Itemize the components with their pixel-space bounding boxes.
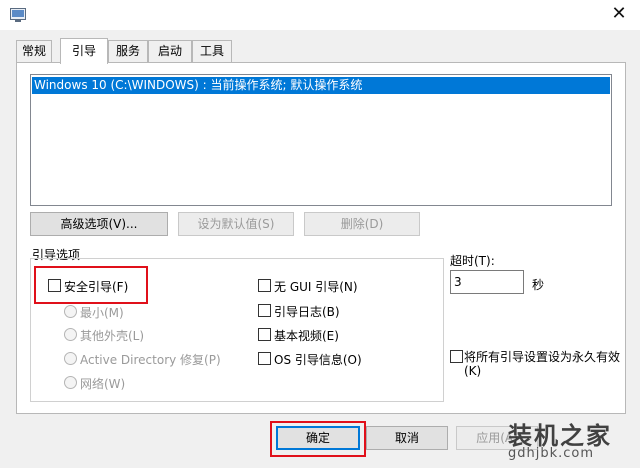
tab-startup[interactable]: 启动 bbox=[148, 40, 192, 62]
ok-button-highlight bbox=[270, 421, 366, 457]
no-gui-boot-checkbox[interactable] bbox=[258, 279, 271, 292]
tab-general[interactable]: 常规 bbox=[16, 40, 52, 62]
close-button[interactable]: ✕ bbox=[604, 2, 634, 26]
close-icon: ✕ bbox=[611, 3, 627, 24]
network-label: 网络(W) bbox=[80, 377, 126, 391]
delete-button[interactable]: 删除(D) bbox=[304, 212, 420, 236]
advanced-options-button[interactable]: 高级选项(V)... bbox=[30, 212, 168, 236]
no-gui-boot-label: 无 GUI 引导(N) bbox=[274, 280, 358, 294]
make-permanent-accesskey: (K) bbox=[464, 364, 482, 378]
watermark-url: gdhjbk.com bbox=[508, 446, 595, 461]
active-directory-label: Active Directory 修复(P) bbox=[80, 353, 221, 367]
alternate-shell-radio[interactable] bbox=[64, 328, 77, 341]
title-bar bbox=[0, 0, 640, 30]
cancel-button[interactable]: 取消 bbox=[366, 426, 448, 450]
os-boot-info-label: OS 引导信息(O) bbox=[274, 353, 362, 367]
boot-log-label: 引导日志(B) bbox=[274, 305, 340, 319]
active-directory-radio[interactable] bbox=[64, 352, 77, 365]
base-video-label: 基本视频(E) bbox=[274, 329, 339, 343]
safe-boot-highlight bbox=[34, 266, 148, 304]
timeout-label: 超时(T): bbox=[450, 254, 495, 268]
network-radio[interactable] bbox=[64, 376, 77, 389]
make-permanent-checkbox[interactable] bbox=[450, 350, 463, 363]
minimal-radio[interactable] bbox=[64, 305, 77, 318]
timeout-input[interactable]: 3 bbox=[450, 270, 524, 294]
msconfig-icon bbox=[10, 8, 26, 22]
minimal-label: 最小(M) bbox=[80, 306, 124, 320]
set-default-button[interactable]: 设为默认值(S) bbox=[178, 212, 294, 236]
tab-boot[interactable]: 引导 bbox=[60, 38, 108, 64]
timeout-unit: 秒 bbox=[532, 278, 545, 292]
boot-log-checkbox[interactable] bbox=[258, 304, 271, 317]
os-boot-info-checkbox[interactable] bbox=[258, 352, 271, 365]
tab-tools[interactable]: 工具 bbox=[192, 40, 232, 62]
base-video-checkbox[interactable] bbox=[258, 328, 271, 341]
tab-services[interactable]: 服务 bbox=[108, 40, 148, 62]
os-list-item[interactable]: Windows 10 (C:\WINDOWS) : 当前操作系统; 默认操作系统 bbox=[32, 77, 610, 94]
alternate-shell-label: 其他外壳(L) bbox=[80, 329, 145, 343]
make-permanent-label: 将所有引导设置设为永久有效 bbox=[464, 350, 621, 364]
